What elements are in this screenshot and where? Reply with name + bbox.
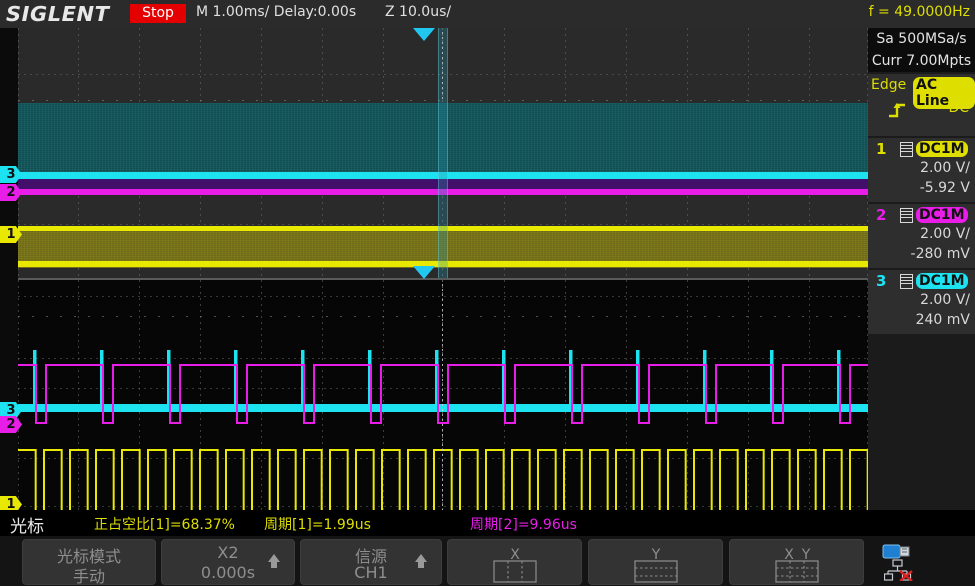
- measurement-duty-cycle[interactable]: 正占空比[1]=68.37%: [94, 514, 235, 534]
- trigger-position-marker-main[interactable]: [413, 28, 435, 41]
- cursor-xy-icon: X Y: [761, 546, 833, 586]
- bandwidth-limit-icon: [900, 142, 913, 157]
- zoom-view-traces: [18, 280, 868, 510]
- frequency-counter: f = 49.0000Hz: [869, 4, 970, 20]
- channel-3-info-box[interactable]: 3 DC1M 2.00 V/ 240 mV: [868, 270, 975, 334]
- channel-2-info-box[interactable]: 2 DC1M 2.00 V/ -280 mV: [868, 204, 975, 268]
- measurement-period-ch2[interactable]: 周期[2]=9.96us: [470, 514, 577, 534]
- trigger-type-label: Edge: [871, 77, 906, 93]
- memory-depth-readout: Curr 7.00Mpts: [868, 50, 975, 72]
- graticule[interactable]: [18, 28, 868, 510]
- run-stop-button[interactable]: Stop: [130, 4, 186, 23]
- ch1-volts-per-div: 2.00 V/: [920, 160, 970, 176]
- status-icons-area[interactable]: [868, 539, 975, 583]
- menu-button-source[interactable]: 信源 CH1: [300, 539, 442, 585]
- channel-1-info-box[interactable]: 1 DC1M 2.00 V/ -5.92 V: [868, 138, 975, 202]
- main-timebase-label[interactable]: M 1.00ms/ Delay:0.00s: [196, 4, 356, 20]
- menu-button-x2[interactable]: X2 0.000s: [161, 539, 295, 585]
- menu-button-cursor-mode[interactable]: 光标模式 手动: [22, 539, 156, 585]
- siglent-logo: SIGLENT: [6, 2, 109, 26]
- trigger-position-marker-zoom[interactable]: [413, 266, 435, 279]
- ch1-trace: [18, 450, 868, 510]
- lan-disconnected-icon[interactable]: [884, 559, 918, 585]
- ch3-number: 3: [876, 272, 886, 290]
- cursor-x-icon: X: [479, 546, 551, 586]
- bottom-menu-bar: 光标模式 手动 X2 0.000s 信源 CH1 X: [0, 536, 975, 586]
- ch2-number: 2: [876, 206, 886, 224]
- menu-button-cursor-mode-line2: 手动: [23, 563, 155, 586]
- ch3-offset: 240 mV: [916, 312, 970, 328]
- ch3-trace: [18, 351, 868, 412]
- menu-button-cursor-y[interactable]: Y: [588, 539, 723, 585]
- measurement-bar: 光标 正占空比[1]=68.37% 周期[1]=1.99us 周期[2]=9.9…: [0, 510, 975, 536]
- measurement-period-ch1[interactable]: 周期[1]=1.99us: [264, 514, 371, 534]
- menu-button-cursor-xy[interactable]: X Y: [729, 539, 864, 585]
- ch1-number: 1: [876, 140, 886, 158]
- cursor-y-icon: Y: [620, 546, 692, 586]
- zoom-timebase-label[interactable]: Z 10.0us/: [385, 4, 451, 20]
- ch3-volts-per-div: 2.00 V/: [920, 292, 970, 308]
- ch2-coupling-badge[interactable]: DC1M: [916, 207, 968, 223]
- ch2-volts-per-div: 2.00 V/: [920, 226, 970, 242]
- ch1-coupling-badge[interactable]: DC1M: [916, 141, 968, 157]
- measurement-bar-label: 光标: [10, 512, 44, 537]
- oscilloscope-screen: SIGLENT Stop M 1.00ms/ Delay:0.00s Z 10.…: [0, 0, 975, 586]
- up-arrow-icon[interactable]: [268, 554, 280, 562]
- sample-rate-readout: Sa 500MSa/s: [868, 28, 975, 50]
- trigger-coupling-label: DC: [948, 100, 969, 116]
- ch3-coupling-badge[interactable]: DC1M: [916, 273, 968, 289]
- ch1-offset: -5.92 V: [920, 180, 970, 196]
- zoom-region-dots: [442, 32, 443, 100]
- waveform-display-area[interactable]: 3 2 1 3 2 1: [0, 28, 868, 510]
- top-status-bar: SIGLENT Stop M 1.00ms/ Delay:0.00s Z 10.…: [0, 0, 975, 29]
- ch2-trace: [18, 365, 868, 423]
- right-info-panel: Sa 500MSa/s Curr 7.00Mpts Edge AC Line D…: [868, 28, 975, 510]
- ch2-offset: -280 mV: [911, 246, 970, 262]
- bandwidth-limit-icon: [900, 208, 913, 223]
- bandwidth-limit-icon: [900, 274, 913, 289]
- rising-edge-icon: [888, 102, 914, 122]
- up-arrow-icon[interactable]: [415, 554, 427, 562]
- menu-button-cursor-x[interactable]: X: [447, 539, 582, 585]
- zoom-center-dots: [442, 284, 443, 510]
- trigger-info-box[interactable]: Edge AC Line DC: [868, 74, 975, 136]
- zoom-region-indicator[interactable]: [438, 28, 448, 278]
